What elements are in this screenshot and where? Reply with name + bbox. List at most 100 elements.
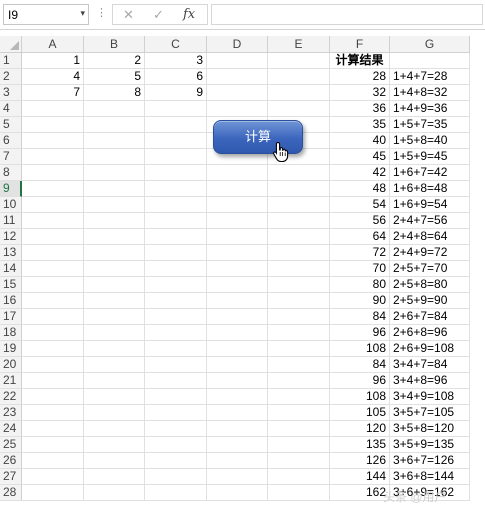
cell-c9[interactable] bbox=[145, 181, 207, 197]
cell-b27[interactable] bbox=[84, 469, 145, 485]
row-header[interactable]: 19 bbox=[0, 341, 22, 357]
cell-a9[interactable] bbox=[22, 181, 84, 197]
cell-e3[interactable] bbox=[268, 85, 330, 101]
cell-d16[interactable] bbox=[207, 293, 268, 309]
cell-e10[interactable] bbox=[268, 197, 330, 213]
cell-a12[interactable] bbox=[22, 229, 84, 245]
cell-g23[interactable]: 3+5+7=105 bbox=[390, 405, 470, 421]
cell-f22[interactable]: 108 bbox=[330, 389, 390, 405]
cell-f7[interactable]: 45 bbox=[330, 149, 390, 165]
cell-c12[interactable] bbox=[145, 229, 207, 245]
cell-f18[interactable]: 96 bbox=[330, 325, 390, 341]
cell-g8[interactable]: 1+6+7=42 bbox=[390, 165, 470, 181]
cell-c20[interactable] bbox=[145, 357, 207, 373]
column-header-c[interactable]: C bbox=[145, 36, 207, 53]
cell-b26[interactable] bbox=[84, 453, 145, 469]
cell-g24[interactable]: 3+5+8=120 bbox=[390, 421, 470, 437]
cell-e27[interactable] bbox=[268, 469, 330, 485]
cell-b25[interactable] bbox=[84, 437, 145, 453]
cell-d2[interactable] bbox=[207, 69, 268, 85]
row-header[interactable]: 15 bbox=[0, 277, 22, 293]
cell-g17[interactable]: 2+6+7=84 bbox=[390, 309, 470, 325]
cell-a20[interactable] bbox=[22, 357, 84, 373]
cell-a18[interactable] bbox=[22, 325, 84, 341]
cell-g15[interactable]: 2+5+8=80 bbox=[390, 277, 470, 293]
cell-b7[interactable] bbox=[84, 149, 145, 165]
cell-a11[interactable] bbox=[22, 213, 84, 229]
cell-e22[interactable] bbox=[268, 389, 330, 405]
row-header[interactable]: 24 bbox=[0, 421, 22, 437]
cell-b20[interactable] bbox=[84, 357, 145, 373]
cell-a4[interactable] bbox=[22, 101, 84, 117]
cell-b1[interactable]: 2 bbox=[84, 53, 145, 69]
cell-g13[interactable]: 2+4+9=72 bbox=[390, 245, 470, 261]
cell-e17[interactable] bbox=[268, 309, 330, 325]
cell-a28[interactable] bbox=[22, 485, 84, 501]
row-header[interactable]: 1 bbox=[0, 53, 22, 69]
row-header[interactable]: 25 bbox=[0, 437, 22, 453]
cell-c7[interactable] bbox=[145, 149, 207, 165]
insert-function-icon[interactable]: fx bbox=[183, 7, 195, 22]
cell-f10[interactable]: 54 bbox=[330, 197, 390, 213]
cell-d1[interactable] bbox=[207, 53, 268, 69]
cell-c26[interactable] bbox=[145, 453, 207, 469]
row-header[interactable]: 17 bbox=[0, 309, 22, 325]
cell-b10[interactable] bbox=[84, 197, 145, 213]
cell-c25[interactable] bbox=[145, 437, 207, 453]
cell-d22[interactable] bbox=[207, 389, 268, 405]
cell-e16[interactable] bbox=[268, 293, 330, 309]
cell-f8[interactable]: 42 bbox=[330, 165, 390, 181]
cell-f14[interactable]: 70 bbox=[330, 261, 390, 277]
cell-b9[interactable] bbox=[84, 181, 145, 197]
cell-b22[interactable] bbox=[84, 389, 145, 405]
cell-b3[interactable]: 8 bbox=[84, 85, 145, 101]
cell-b2[interactable]: 5 bbox=[84, 69, 145, 85]
column-header-e[interactable]: E bbox=[268, 36, 330, 53]
cell-a10[interactable] bbox=[22, 197, 84, 213]
row-header[interactable]: 28 bbox=[0, 485, 22, 501]
cell-f16[interactable]: 90 bbox=[330, 293, 390, 309]
cell-a17[interactable] bbox=[22, 309, 84, 325]
cell-c10[interactable] bbox=[145, 197, 207, 213]
cell-c27[interactable] bbox=[145, 469, 207, 485]
cell-g22[interactable]: 3+4+9=108 bbox=[390, 389, 470, 405]
cell-d28[interactable] bbox=[207, 485, 268, 501]
cell-f15[interactable]: 80 bbox=[330, 277, 390, 293]
cell-b11[interactable] bbox=[84, 213, 145, 229]
cell-g6[interactable]: 1+5+8=40 bbox=[390, 133, 470, 149]
cell-d14[interactable] bbox=[207, 261, 268, 277]
cell-g5[interactable]: 1+5+7=35 bbox=[390, 117, 470, 133]
cell-a13[interactable] bbox=[22, 245, 84, 261]
cell-c8[interactable] bbox=[145, 165, 207, 181]
cell-g14[interactable]: 2+5+7=70 bbox=[390, 261, 470, 277]
row-header[interactable]: 12 bbox=[0, 229, 22, 245]
cell-d25[interactable] bbox=[207, 437, 268, 453]
row-header[interactable]: 22 bbox=[0, 389, 22, 405]
cell-f19[interactable]: 108 bbox=[330, 341, 390, 357]
cell-c4[interactable] bbox=[145, 101, 207, 117]
cell-c23[interactable] bbox=[145, 405, 207, 421]
cell-c1[interactable]: 3 bbox=[145, 53, 207, 69]
cell-c13[interactable] bbox=[145, 245, 207, 261]
cell-a26[interactable] bbox=[22, 453, 84, 469]
cell-d11[interactable] bbox=[207, 213, 268, 229]
cell-e12[interactable] bbox=[268, 229, 330, 245]
cell-b15[interactable] bbox=[84, 277, 145, 293]
row-header[interactable]: 11 bbox=[0, 213, 22, 229]
cell-e21[interactable] bbox=[268, 373, 330, 389]
row-header[interactable]: 21 bbox=[0, 373, 22, 389]
cell-b5[interactable] bbox=[84, 117, 145, 133]
cell-b8[interactable] bbox=[84, 165, 145, 181]
formula-input[interactable] bbox=[211, 4, 483, 25]
cell-g12[interactable]: 2+4+8=64 bbox=[390, 229, 470, 245]
cell-b13[interactable] bbox=[84, 245, 145, 261]
cell-b21[interactable] bbox=[84, 373, 145, 389]
name-box[interactable]: I9 ▾ bbox=[3, 4, 89, 25]
cell-g19[interactable]: 2+6+9=108 bbox=[390, 341, 470, 357]
cell-a8[interactable] bbox=[22, 165, 84, 181]
enter-icon[interactable]: ✓ bbox=[153, 7, 164, 23]
cell-a25[interactable] bbox=[22, 437, 84, 453]
cell-b24[interactable] bbox=[84, 421, 145, 437]
cell-g20[interactable]: 3+4+7=84 bbox=[390, 357, 470, 373]
cell-a21[interactable] bbox=[22, 373, 84, 389]
